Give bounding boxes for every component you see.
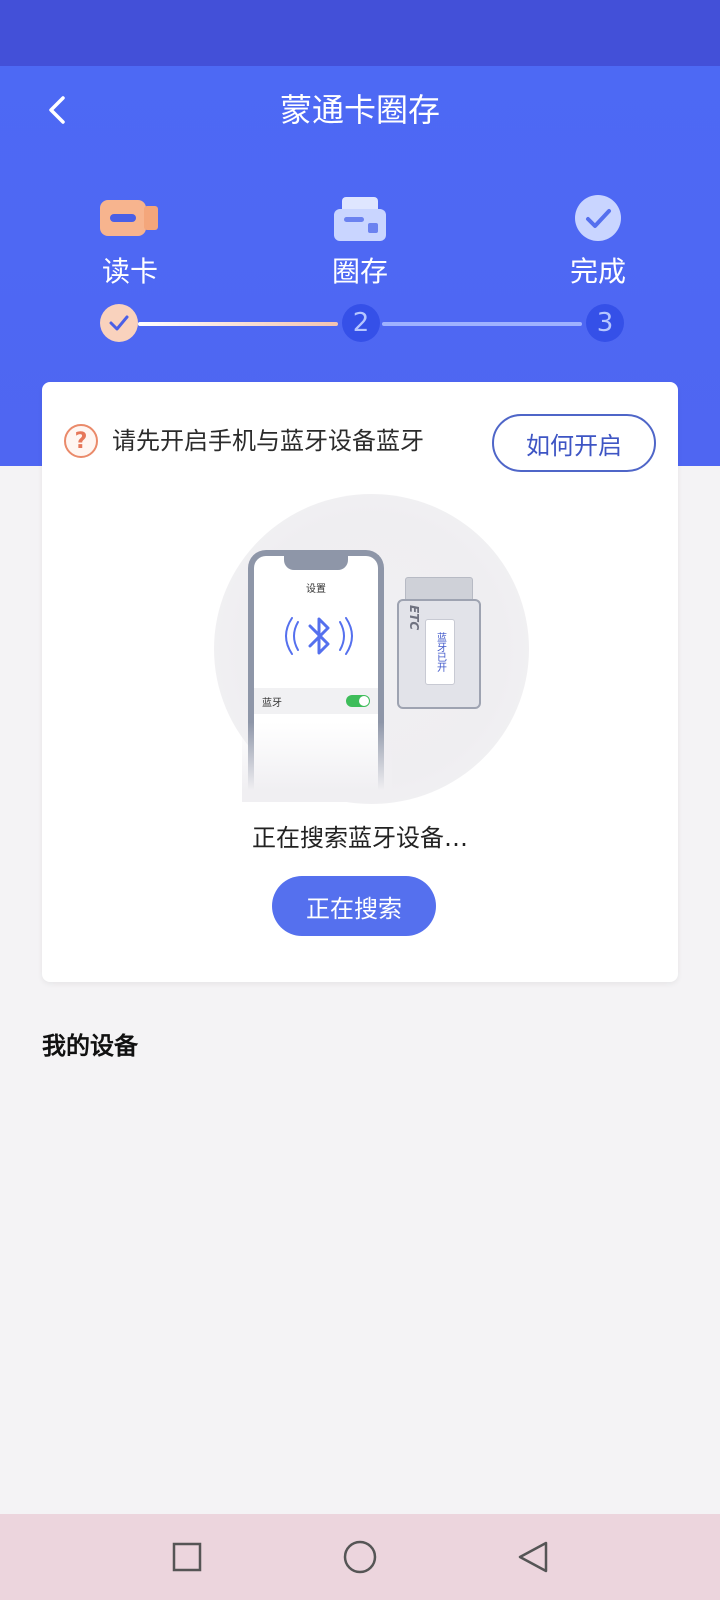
phone-notch [284,556,348,570]
step-1-done-indicator [100,304,138,342]
home-button[interactable] [330,1527,390,1587]
searching-status: 正在搜索蓝牙设备… [252,824,468,852]
check-icon [109,315,129,331]
card-slot-icon [334,197,386,241]
bluetooth-illustration: 设置 蓝牙 ETC 蓝牙已开 [202,492,562,822]
step-2-number: 2 [342,304,380,342]
status-bar [0,0,720,66]
step-label: 读卡 [101,255,158,288]
progress-line-2 [382,322,582,326]
phone-fade [242,722,392,802]
page-title: 蒙通卡圈存 [279,91,440,129]
phone-settings-title: 设置 [306,584,326,595]
how-to-enable-button[interactable]: 如何开启 [492,414,656,472]
step-label: 完成 [569,255,626,288]
progress-line-1 [138,322,338,326]
my-devices-title: 我的设备 [42,1032,138,1060]
square-icon [172,1542,201,1572]
card-reader-icon [100,200,158,236]
step-label: 圈存 [331,255,388,288]
nav-back-button[interactable] [503,1527,563,1587]
bluetooth-icon [285,617,353,655]
step-complete: 完成 [523,186,673,292]
check-circle-icon [575,195,621,241]
triangle-back-icon [519,1541,548,1573]
toggle-icon [346,695,370,707]
bluetooth-hint: 请先开启手机与蓝牙设备蓝牙 [112,427,424,455]
device-body: ETC 蓝牙已开 [397,599,481,709]
etc-device-illustration: ETC 蓝牙已开 [397,577,483,709]
phone-bluetooth-row: 蓝牙 [254,688,378,714]
bluetooth-card: ? 请先开启手机与蓝牙设备蓝牙 如何开启 设置 蓝牙 ETC 蓝牙已开 正在搜索… [42,382,678,982]
step-load: 圈存 [285,186,435,292]
step-read-card: 读卡 [55,186,205,292]
circle-icon [343,1540,377,1574]
recent-apps-button[interactable] [157,1527,217,1587]
question-icon: ? [64,424,98,458]
system-nav-bar [0,1514,720,1600]
device-sticker: 蓝牙已开 [425,619,455,685]
step-3-number: 3 [586,304,624,342]
etc-brand-label: ETC [407,605,421,631]
searching-button[interactable]: 正在搜索 [272,876,436,936]
phone-bluetooth-label: 蓝牙 [262,697,282,709]
